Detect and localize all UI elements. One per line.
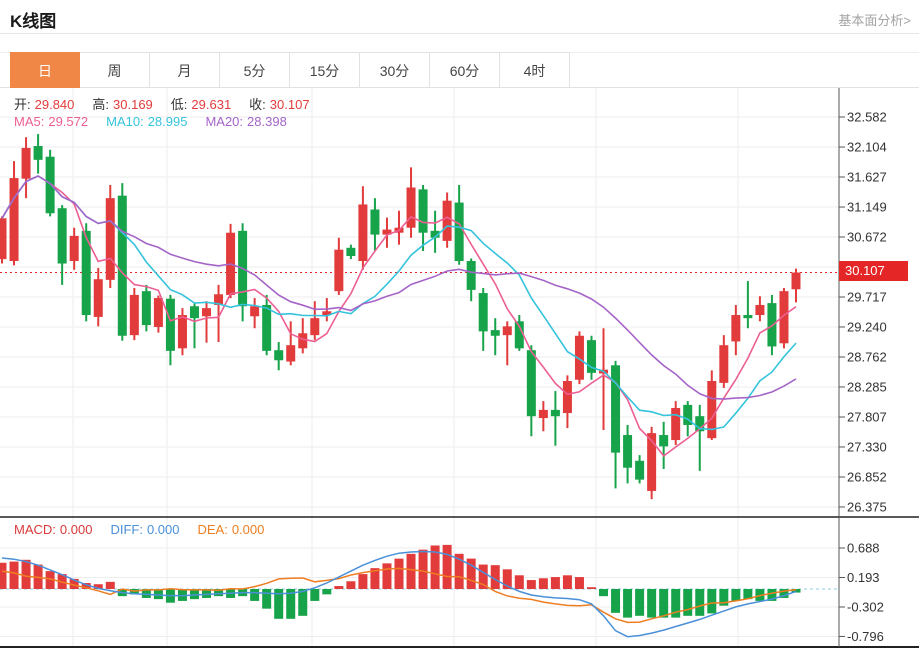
svg-text:32.104: 32.104: [847, 140, 887, 155]
ma-row-ma20: MA20:28.398: [205, 114, 290, 129]
period-tabbar: 日周月5分15分30分60分4时: [0, 52, 919, 88]
svg-text:0.688: 0.688: [847, 540, 880, 555]
svg-text:-0.302: -0.302: [847, 599, 884, 614]
ma-readout: MA5:29.572 MA10:28.995 MA20:28.398: [14, 114, 305, 129]
svg-text:-0.796: -0.796: [847, 629, 884, 644]
svg-text:26.375: 26.375: [847, 499, 887, 514]
tab-month[interactable]: 月: [150, 52, 220, 88]
kline-chart: 32.58232.10431.62731.14930.67230.19429.7…: [0, 88, 919, 649]
macd-row-dea: DEA:0.000: [197, 522, 268, 537]
tab-60min[interactable]: 60分: [430, 52, 500, 88]
svg-text:31.627: 31.627: [847, 170, 887, 185]
tab-15min[interactable]: 15分: [290, 52, 360, 88]
ohlc-row-low: 低:29.631: [171, 97, 235, 112]
ohlc-row-high: 高:30.169: [92, 97, 156, 112]
tab-30min[interactable]: 30分: [360, 52, 430, 88]
macd-row-diff: DIFF:0.000: [110, 522, 183, 537]
svg-text:27.807: 27.807: [847, 410, 887, 425]
svg-text:0.193: 0.193: [847, 570, 880, 585]
ohlc-row-open: 开:29.840: [14, 97, 78, 112]
macd-readout: MACD:0.000 DIFF:0.000 DEA:0.000: [14, 522, 282, 537]
tab-4hour[interactable]: 4时: [500, 52, 570, 88]
svg-text:28.762: 28.762: [847, 350, 887, 365]
svg-text:29.240: 29.240: [847, 319, 887, 334]
header-divider: [0, 33, 919, 34]
chart-canvas[interactable]: 32.58232.10431.62731.14930.67230.19429.7…: [0, 88, 919, 649]
macd-row-macd: MACD:0.000: [14, 522, 96, 537]
tab-week[interactable]: 周: [80, 52, 150, 88]
period-tabs: 日周月5分15分30分60分4时: [10, 52, 570, 88]
svg-text:27.330: 27.330: [847, 439, 887, 454]
svg-text:29.717: 29.717: [847, 290, 887, 305]
svg-text:30.672: 30.672: [847, 230, 887, 245]
current-price-badge: 30.107: [839, 261, 908, 281]
svg-text:28.285: 28.285: [847, 379, 887, 394]
svg-text:31.149: 31.149: [847, 200, 887, 215]
svg-text:26.852: 26.852: [847, 470, 887, 485]
ohlc-row-close: 收:30.107: [249, 97, 313, 112]
kline-page: { "header": { "title": "K线图", "link": "基…: [0, 0, 919, 649]
tab-day[interactable]: 日: [10, 52, 80, 88]
page-title: K线图: [10, 7, 56, 32]
fundamental-analysis-link[interactable]: 基本面分析>: [838, 10, 911, 29]
tab-5min[interactable]: 5分: [220, 52, 290, 88]
svg-text:32.582: 32.582: [847, 110, 887, 125]
ma-row-ma10: MA10:28.995: [106, 114, 191, 129]
ma-row-ma5: MA5:29.572: [14, 114, 92, 129]
ohlc-readout: 开:29.840 高:30.169 低:29.631 收:30.107: [14, 94, 328, 113]
